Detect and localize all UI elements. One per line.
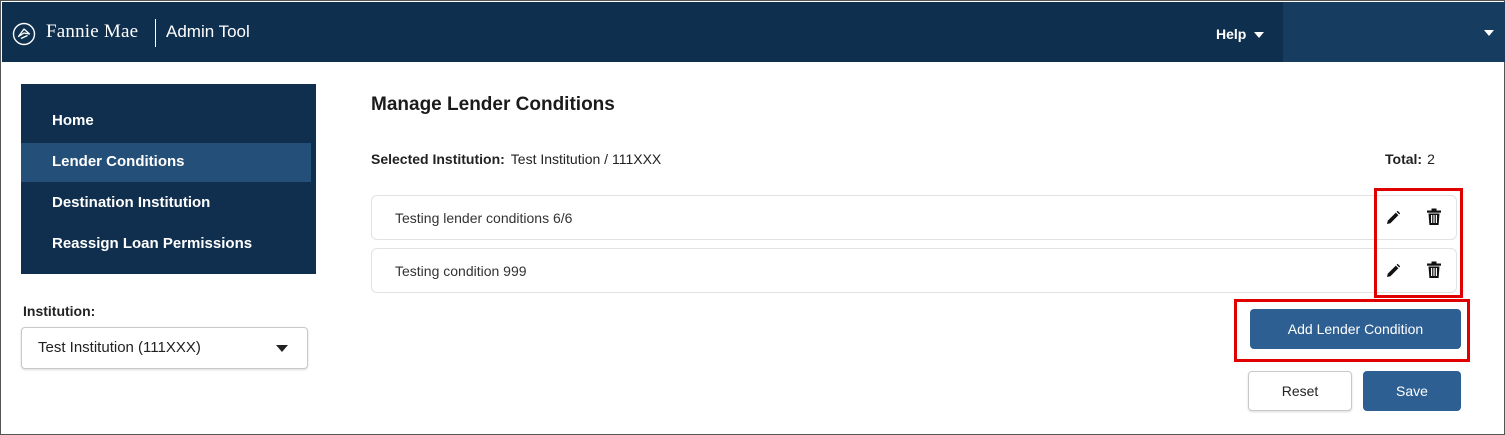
- sidebar-item-reassign-loan-permissions[interactable]: Reassign Loan Permissions: [21, 225, 316, 264]
- selected-institution-value: Test Institution / 111XXX: [510, 151, 662, 167]
- institution-select[interactable]: Test Institution (111XXX): [21, 327, 308, 369]
- highlight-box-row-actions: [1374, 188, 1463, 298]
- condition-text: Testing condition 999: [395, 263, 527, 279]
- fannie-mae-logo-icon: [12, 22, 36, 46]
- institution-select-value: Test Institution (111XXX): [38, 339, 201, 356]
- condition-text: Testing lender conditions 6/6: [395, 210, 573, 226]
- institution-label: Institution:: [23, 303, 96, 319]
- condition-row: Testing condition 999: [371, 248, 1457, 293]
- brand-divider: [155, 19, 156, 47]
- sidebar-item-lender-conditions[interactable]: Lender Conditions: [21, 143, 311, 182]
- sidebar-nav: Home Lender Conditions Destination Insti…: [21, 84, 316, 274]
- total-value: 2: [1427, 151, 1435, 167]
- app-frame: Fannie Mae Admin Tool Help Home Lender C…: [0, 0, 1505, 435]
- brand-name: Fannie Mae: [46, 21, 139, 42]
- selected-institution-label: Selected Institution:: [371, 151, 505, 167]
- total-count: Total: 2: [1385, 151, 1435, 167]
- add-lender-condition-button[interactable]: Add Lender Condition: [1250, 309, 1461, 349]
- help-menu[interactable]: Help: [1216, 26, 1265, 42]
- selected-institution: Selected Institution: Test Institution / …: [371, 151, 661, 167]
- app-name: Admin Tool: [166, 22, 250, 41]
- sidebar-item-destination-institution[interactable]: Destination Institution: [21, 184, 316, 223]
- chevron-down-icon: [1254, 32, 1265, 39]
- user-menu[interactable]: [1283, 2, 1505, 62]
- page-title: Manage Lender Conditions: [371, 94, 615, 115]
- condition-row: Testing lender conditions 6/6: [371, 195, 1457, 240]
- chevron-down-icon: [276, 345, 288, 352]
- help-label: Help: [1216, 26, 1247, 42]
- top-navbar: Fannie Mae Admin Tool Help: [2, 2, 1505, 62]
- sidebar-item-home[interactable]: Home: [21, 102, 316, 141]
- total-label: Total:: [1385, 151, 1423, 167]
- chevron-down-icon: [1484, 30, 1494, 36]
- reset-button[interactable]: Reset: [1248, 371, 1352, 411]
- save-button[interactable]: Save: [1363, 371, 1461, 411]
